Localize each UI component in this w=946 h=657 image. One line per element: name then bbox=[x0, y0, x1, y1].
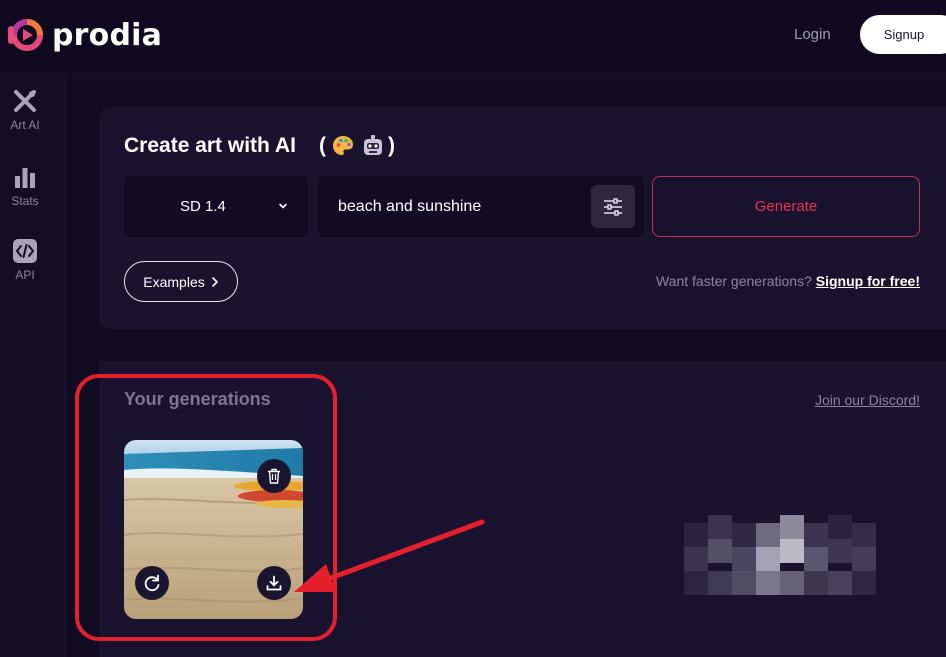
app-page: prodia Login Signup Art AI Stats API Cre… bbox=[0, 0, 946, 657]
sidebar-item-label: Art AI bbox=[10, 118, 40, 132]
paren-close: ) bbox=[388, 134, 395, 157]
sidebar-item-stats[interactable]: Stats bbox=[0, 164, 50, 208]
sliders-icon bbox=[604, 197, 622, 216]
model-select-value: SD 1.4 bbox=[180, 198, 226, 215]
generation-thumbnail[interactable] bbox=[124, 440, 303, 619]
palette-emoji-icon bbox=[333, 136, 353, 155]
sidebar: Art AI Stats API bbox=[0, 74, 66, 657]
discord-link[interactable]: Join our Discord! bbox=[815, 392, 920, 408]
robot-emoji-icon bbox=[364, 135, 382, 155]
prodia-logo-icon bbox=[8, 19, 43, 51]
logo[interactable]: prodia bbox=[6, 16, 162, 54]
faster-text: Want faster generations? bbox=[655, 273, 812, 289]
examples-button[interactable]: Examples bbox=[124, 261, 238, 302]
generations-title: Your generations bbox=[124, 389, 271, 409]
art-ai-icon bbox=[14, 90, 36, 112]
settings-button[interactable] bbox=[591, 185, 635, 228]
code-icon bbox=[13, 239, 37, 263]
signup-for-free-link[interactable]: Signup for free! bbox=[816, 273, 920, 289]
pixelated-redaction bbox=[684, 515, 876, 595]
brand-name: prodia bbox=[52, 17, 163, 53]
download-button[interactable] bbox=[257, 566, 291, 600]
faster-generations-note: Want faster generations? Signup for free… bbox=[656, 273, 920, 289]
chevron-down-icon bbox=[279, 203, 287, 209]
sidebar-item-art-ai[interactable]: Art AI bbox=[0, 88, 50, 132]
delete-button[interactable] bbox=[257, 459, 291, 493]
signup-button[interactable]: Signup bbox=[860, 15, 946, 54]
top-bar: prodia Login Signup bbox=[0, 0, 946, 74]
prompt-input[interactable] bbox=[338, 196, 578, 218]
stats-bar-icon bbox=[15, 168, 35, 188]
refresh-icon bbox=[144, 574, 160, 592]
model-select[interactable]: SD 1.4 bbox=[124, 176, 308, 237]
login-link[interactable]: Login bbox=[794, 26, 831, 43]
trash-icon bbox=[268, 468, 280, 484]
sidebar-item-api[interactable]: API bbox=[0, 238, 50, 282]
regenerate-button[interactable] bbox=[135, 566, 169, 600]
generate-button[interactable]: Generate bbox=[652, 176, 920, 237]
create-title: Create art with AI bbox=[124, 134, 296, 157]
sidebar-item-label: Stats bbox=[11, 194, 39, 208]
chevron-right-icon bbox=[211, 276, 218, 287]
examples-label: Examples bbox=[143, 273, 205, 290]
sidebar-item-label: API bbox=[15, 268, 35, 282]
prompt-field bbox=[318, 176, 644, 237]
paren-open: ( bbox=[319, 134, 326, 157]
download-icon bbox=[266, 575, 282, 591]
